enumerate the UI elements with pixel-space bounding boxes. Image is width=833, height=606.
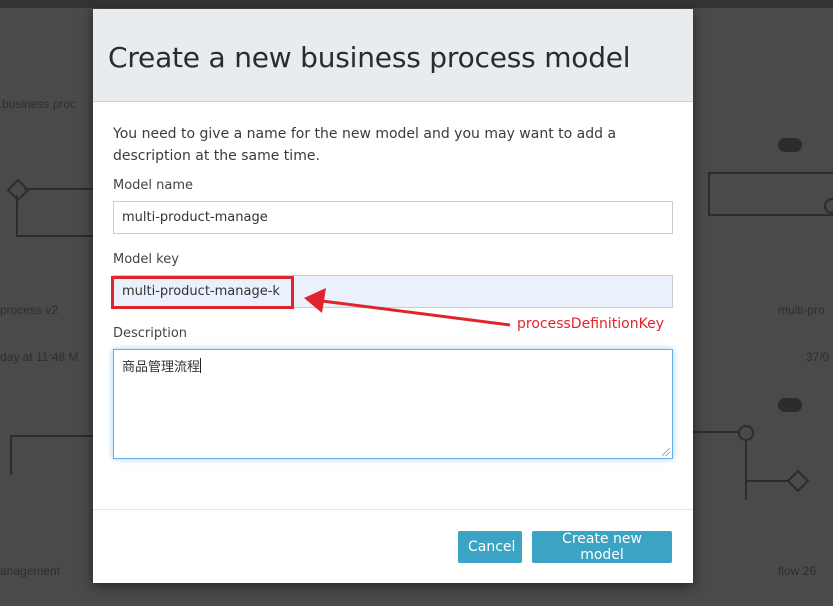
cancel-button[interactable]: Cancel (458, 531, 522, 563)
annotation-label: processDefinitionKey (517, 316, 664, 332)
background-text: 37/0 (806, 350, 830, 364)
bpmn-flow-line (24, 188, 93, 190)
description-text: 商品管理流程 (122, 360, 201, 375)
background-text: day at 11:48 M (0, 350, 79, 364)
bpmn-gateway-shape (6, 178, 30, 202)
description-label: Description (113, 326, 188, 341)
bpmn-event-shape (824, 198, 833, 214)
model-name-input[interactable]: multi-product-manage (113, 201, 673, 234)
background-badge (778, 138, 802, 152)
background-badge (778, 398, 802, 412)
bpmn-flow-line (16, 195, 18, 235)
bpmn-flow-line (745, 440, 747, 500)
background-text: multi-pro (778, 303, 825, 317)
text-caret (200, 358, 202, 373)
create-new-model-button[interactable]: Create new model (532, 531, 672, 563)
create-model-dialog: Create a new business process model You … (93, 9, 693, 583)
bpmn-gateway-shape (786, 469, 810, 493)
background-text: business proc (2, 97, 77, 111)
background-text: flow 26 (778, 564, 817, 578)
bpmn-event-shape (738, 425, 754, 441)
background-topbar (0, 0, 833, 8)
model-name-label: Model name (113, 178, 194, 193)
bpmn-flow-line (745, 480, 790, 482)
dialog-header: Create a new business process model (93, 9, 693, 102)
dialog-title: Create a new business process model (108, 41, 631, 74)
dialog-footer: Cancel Create new model (93, 509, 693, 583)
bpmn-task-shape (708, 172, 833, 216)
model-key-label: Model key (113, 252, 179, 267)
resize-grip-icon[interactable] (662, 448, 670, 456)
background-text: process v2 (0, 303, 59, 317)
model-key-input[interactable]: multi-product-manage-k (113, 275, 673, 308)
bpmn-flow-line (10, 435, 12, 475)
dialog-intro-text: You need to give a name for the new mode… (113, 126, 617, 164)
bpmn-flow-line (693, 431, 738, 433)
description-textarea[interactable]: 商品管理流程 (113, 349, 673, 459)
bpmn-flow-line (16, 235, 93, 237)
dialog-body: You need to give a name for the new mode… (113, 123, 673, 459)
bpmn-flow-line (10, 435, 93, 437)
background-text: anagement (0, 564, 61, 578)
